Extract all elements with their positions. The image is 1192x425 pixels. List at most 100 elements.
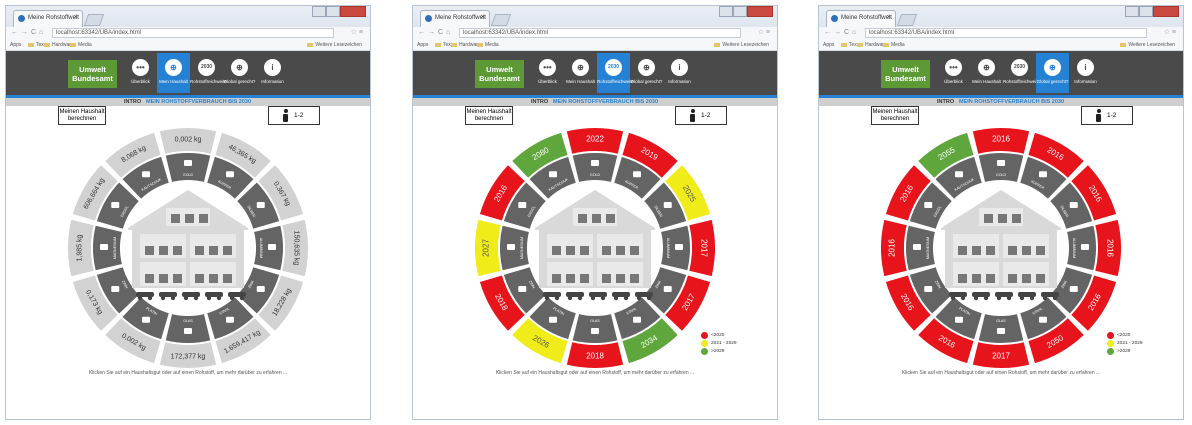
bookmark-star-icon[interactable]: ☆ ≡ (758, 28, 770, 36)
nav-button-5[interactable]: i Information (663, 53, 696, 93)
appliance-icon[interactable] (159, 246, 168, 255)
bookmark-media[interactable]: Media (883, 42, 905, 48)
browser-tab[interactable]: Meine Rohstoffwelt × (13, 10, 83, 27)
appliance-icon[interactable] (195, 246, 204, 255)
nav-button-4[interactable]: ⊕ Global gerecht? (630, 53, 663, 93)
resource-segment-gold[interactable] (572, 153, 618, 182)
car-icon[interactable] (589, 292, 607, 301)
car-icon[interactable] (566, 292, 584, 301)
household-illustration[interactable] (941, 190, 1061, 301)
bookmark-tex[interactable]: Tex (28, 42, 44, 48)
appliance-icon[interactable] (616, 246, 625, 255)
household-size-selector[interactable]: 1-2 (268, 106, 320, 125)
appliance-icon[interactable] (630, 274, 639, 283)
appliance-icon[interactable] (199, 214, 208, 223)
resource-segment-gold[interactable] (978, 153, 1024, 182)
uba-logo[interactable]: Umwelt Bundesamt (475, 60, 524, 88)
appliance-icon[interactable] (984, 214, 993, 223)
bicycle-icon[interactable] (635, 292, 653, 301)
appliance-icon[interactable] (566, 274, 575, 283)
bicycle-icon[interactable] (228, 292, 246, 301)
intro-link[interactable]: INTRO (124, 99, 141, 105)
appliance-icon[interactable] (630, 246, 639, 255)
appliance-icon[interactable] (185, 214, 194, 223)
bookmark-apps[interactable]: Apps (823, 42, 834, 48)
appliance-icon[interactable] (552, 246, 561, 255)
car-icon[interactable] (182, 292, 200, 301)
nav-arrows-icon[interactable]: ←→C⌂ (824, 29, 859, 36)
close-window-button[interactable] (747, 6, 773, 17)
intro-link[interactable]: INTRO (531, 99, 548, 105)
url-field[interactable]: localhost:63342/UBA/index.html (459, 28, 741, 38)
appliance-icon[interactable] (209, 246, 218, 255)
breadcrumb[interactable]: MEIN ROHSTOFFVERBRAUCH BIS 2030 (146, 99, 251, 105)
car-icon[interactable] (1018, 292, 1036, 301)
close-window-button[interactable] (340, 6, 366, 17)
appliance-icon[interactable] (171, 214, 180, 223)
appliance-icon[interactable] (1012, 214, 1021, 223)
car-icon[interactable] (159, 292, 177, 301)
bookmark-tex[interactable]: Tex (841, 42, 857, 48)
car-icon[interactable] (972, 292, 990, 301)
scooter-icon[interactable] (136, 292, 154, 301)
bookmark-star-icon[interactable]: ☆ ≡ (351, 28, 363, 36)
bookmark-apps[interactable]: Apps (10, 42, 21, 48)
appliance-icon[interactable] (173, 274, 182, 283)
nav-button-2[interactable]: ⊕ Mein Haushalt (564, 53, 597, 93)
car-icon[interactable] (995, 292, 1013, 301)
nav-button-5[interactable]: i Information (256, 53, 289, 93)
household-illustration[interactable] (128, 190, 248, 301)
minimize-button[interactable] (312, 6, 326, 17)
appliance-icon[interactable] (1036, 246, 1045, 255)
url-field[interactable]: localhost:63342/UBA/index.html (52, 28, 334, 38)
maximize-button[interactable] (733, 6, 747, 17)
close-tab-icon[interactable]: × (887, 14, 891, 21)
appliance-icon[interactable] (173, 246, 182, 255)
bookmark-other[interactable]: Weitere Lesezeichen (307, 42, 362, 48)
appliance-icon[interactable] (578, 214, 587, 223)
bookmark-media[interactable]: Media (477, 42, 499, 48)
breadcrumb[interactable]: MEIN ROHSTOFFVERBRAUCH BIS 2030 (959, 99, 1064, 105)
url-field[interactable]: localhost:63342/UBA/index.html (865, 28, 1147, 38)
nav-arrows-icon[interactable]: ←→C⌂ (11, 29, 46, 36)
appliance-icon[interactable] (552, 274, 561, 283)
car-icon[interactable] (205, 292, 223, 301)
appliance-icon[interactable] (223, 274, 232, 283)
appliance-icon[interactable] (1036, 274, 1045, 283)
calculate-household-button[interactable]: Meinen Haushalt berechnen (465, 106, 513, 125)
appliance-icon[interactable] (998, 214, 1007, 223)
appliance-icon[interactable] (1008, 274, 1017, 283)
uba-logo[interactable]: Umwelt Bundesamt (68, 60, 117, 88)
appliance-icon[interactable] (606, 214, 615, 223)
nav-button-3[interactable]: 2030 Rohstoffreichweite (1003, 53, 1040, 93)
bookmark-other[interactable]: Weitere Lesezeichen (1120, 42, 1175, 48)
appliance-icon[interactable] (986, 274, 995, 283)
new-tab-button[interactable] (490, 14, 512, 26)
nav-button-5[interactable]: i Information (1069, 53, 1102, 93)
nav-button-1[interactable]: ••• Überblick (124, 53, 157, 93)
uba-logo[interactable]: Umwelt Bundesamt (881, 60, 930, 88)
bookmark-apps[interactable]: Apps (417, 42, 428, 48)
bookmark-tex[interactable]: Tex (435, 42, 451, 48)
resource-segment-gold[interactable] (165, 153, 211, 182)
bookmark-star-icon[interactable]: ☆ ≡ (1164, 28, 1176, 36)
appliance-icon[interactable] (986, 246, 995, 255)
appliance-icon[interactable] (958, 274, 967, 283)
appliance-icon[interactable] (972, 246, 981, 255)
nav-button-3[interactable]: 2030 Rohstoffreichweite (190, 53, 227, 93)
breadcrumb[interactable]: MEIN ROHSTOFFVERBRAUCH BIS 2030 (553, 99, 658, 105)
appliance-icon[interactable] (580, 274, 589, 283)
new-tab-button[interactable] (83, 14, 105, 26)
scooter-icon[interactable] (949, 292, 967, 301)
maximize-button[interactable] (326, 6, 340, 17)
appliance-icon[interactable] (1022, 246, 1031, 255)
appliance-icon[interactable] (145, 246, 154, 255)
appliance-icon[interactable] (580, 246, 589, 255)
car-icon[interactable] (612, 292, 630, 301)
appliance-icon[interactable] (602, 246, 611, 255)
minimize-button[interactable] (1125, 6, 1139, 17)
nav-button-2[interactable]: ⊕ Mein Haushalt (970, 53, 1003, 93)
nav-button-2[interactable]: ⊕ Mein Haushalt (157, 53, 190, 93)
maximize-button[interactable] (1139, 6, 1153, 17)
nav-button-3[interactable]: 2030 Rohstoffreichweite (597, 53, 634, 93)
